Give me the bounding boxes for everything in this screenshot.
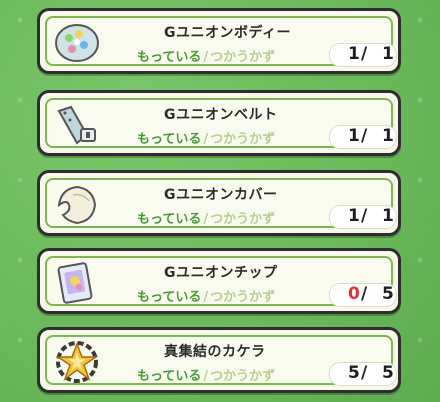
- item-card-union-belt[interactable]: Gユニオンベルト もっている / つかうかず 1 / 1: [37, 90, 401, 156]
- item-name: Gユニオンベルト: [164, 107, 278, 123]
- count-pill: 1 / 1: [329, 43, 397, 67]
- item-card-union-cover[interactable]: Gユニオンカバー もっている / つかうかず 1 / 1: [37, 170, 401, 236]
- have-use-label: もっている / つかうかず: [137, 46, 275, 65]
- item-name: Gユニオンチップ: [164, 265, 278, 281]
- have-use-label: もっている / つかうかず: [137, 286, 275, 305]
- have-count: 1: [348, 126, 360, 146]
- count-pill: 5 / 5: [329, 362, 397, 386]
- have-label: もっている: [137, 369, 202, 384]
- have-count: 1: [348, 44, 360, 64]
- item-card-star-fragment[interactable]: 真集結のカケラ もっている / つかうかず 5 / 5: [37, 327, 401, 393]
- count-slash: /: [361, 363, 368, 383]
- armor-body-icon: [55, 24, 99, 62]
- use-count: 1: [382, 126, 394, 146]
- use-count: 1: [382, 206, 394, 226]
- star-fragment-icon: [55, 341, 99, 383]
- label-slash: /: [203, 132, 209, 147]
- count-slash: /: [361, 126, 368, 146]
- label-slash: /: [203, 369, 209, 384]
- item-card-union-chip[interactable]: Gユニオンチップ もっている / つかうかず 0 / 5: [37, 248, 401, 314]
- item-card-union-body[interactable]: Gユニオンボディー もっている / つかうかず 1 / 1: [37, 8, 401, 74]
- have-count: 5: [348, 363, 360, 383]
- item-name: Gユニオンボディー: [164, 25, 292, 41]
- have-label: もっている: [137, 50, 202, 65]
- count-slash: /: [361, 206, 368, 226]
- use-label: つかうかず: [210, 132, 276, 147]
- count-slash: /: [361, 284, 368, 304]
- use-label: つかうかず: [210, 212, 276, 227]
- count-slash: /: [361, 44, 368, 64]
- have-use-label: もっている / つかうかず: [137, 128, 275, 147]
- have-label: もっている: [137, 132, 202, 147]
- use-label: つかうかず: [210, 290, 276, 305]
- cover-icon: [57, 185, 97, 225]
- label-slash: /: [203, 50, 209, 65]
- label-slash: /: [203, 290, 209, 305]
- label-slash: /: [203, 212, 209, 227]
- have-label: もっている: [137, 290, 202, 305]
- use-label: つかうかず: [210, 50, 276, 65]
- have-count: 0: [348, 284, 360, 304]
- have-count: 1: [348, 206, 360, 226]
- have-use-label: もっている / つかうかず: [137, 208, 275, 227]
- count-pill: 1 / 1: [329, 205, 397, 229]
- use-count: 1: [382, 44, 394, 64]
- use-count: 5: [382, 363, 394, 383]
- item-name: 真集結のカケラ: [164, 344, 266, 360]
- count-pill: 0 / 5: [329, 283, 397, 307]
- use-label: つかうかず: [210, 369, 276, 384]
- have-label: もっている: [137, 212, 202, 227]
- belt-icon: [57, 105, 96, 145]
- item-name: Gユニオンカバー: [164, 187, 278, 203]
- have-use-label: もっている / つかうかず: [137, 365, 275, 384]
- count-pill: 1 / 1: [329, 125, 397, 149]
- chip-card-icon: [57, 262, 93, 304]
- use-count: 5: [382, 284, 394, 304]
